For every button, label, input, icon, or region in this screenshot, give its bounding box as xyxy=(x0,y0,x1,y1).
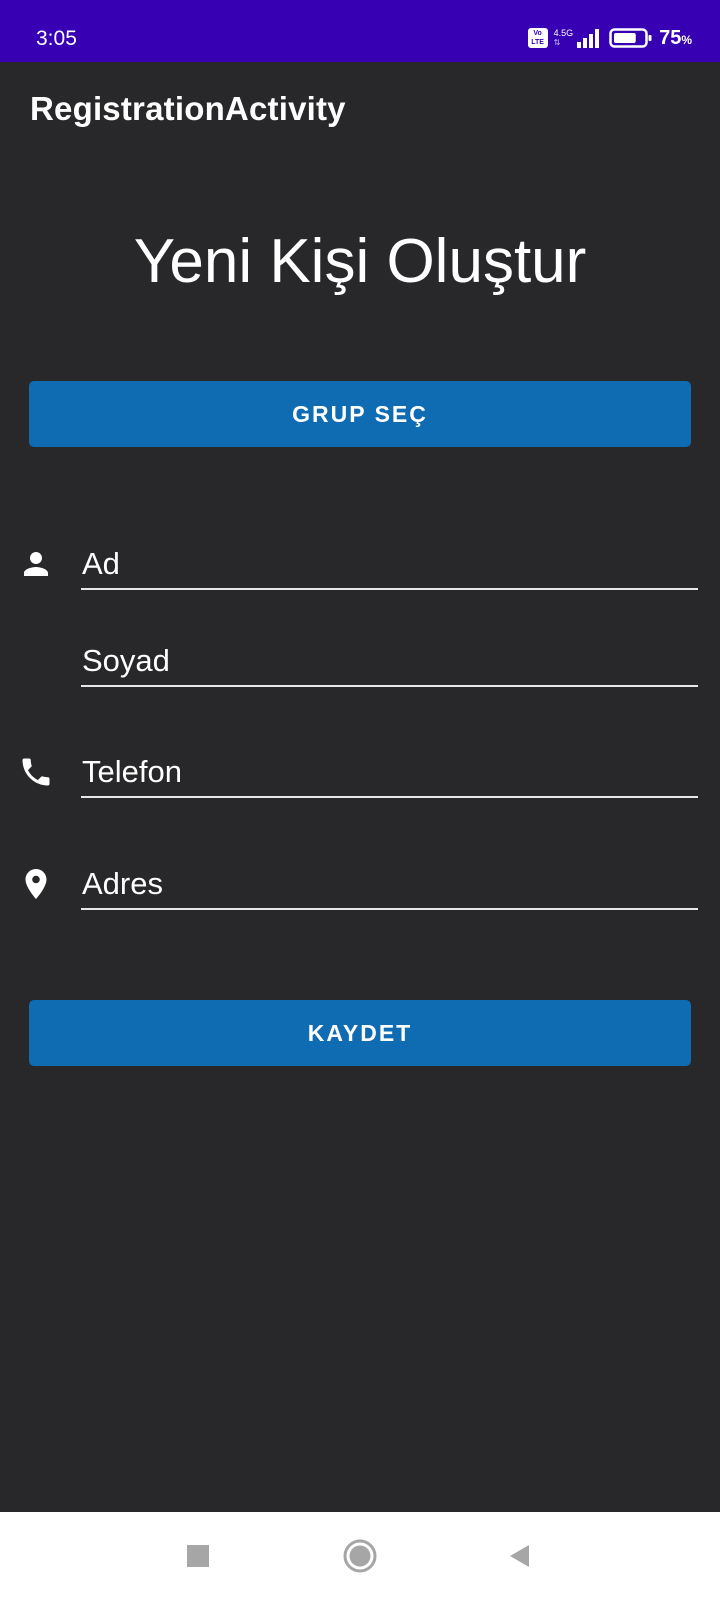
save-button[interactable]: KAYDET xyxy=(29,1000,691,1066)
status-time: 3:05 xyxy=(36,27,77,50)
home-icon xyxy=(343,1539,377,1573)
first-name-placeholder: Ad xyxy=(82,546,120,581)
data-arrows-icon: ⇅ xyxy=(553,38,561,47)
status-bar: 3:05 Vo LTE 4.5G ⇅ 75% xyxy=(0,0,720,62)
network-type: 4.5G ⇅ xyxy=(554,28,574,48)
last-name-field[interactable]: Soyad xyxy=(81,641,698,689)
last-name-underline xyxy=(81,685,698,687)
first-name-underline xyxy=(81,588,698,590)
volte-icon: Vo LTE xyxy=(527,28,548,48)
back-button[interactable] xyxy=(496,1532,544,1580)
home-button[interactable] xyxy=(336,1532,384,1580)
signal-icon xyxy=(577,29,600,48)
address-placeholder: Adres xyxy=(82,866,163,901)
phone-placeholder: Telefon xyxy=(82,754,182,789)
app-bar-title: RegistrationActivity xyxy=(30,90,346,127)
battery-percent: 75% xyxy=(659,26,692,49)
network-type-label: 4.5G xyxy=(553,28,574,38)
navigation-bar xyxy=(0,1512,720,1600)
status-icons: Vo LTE 4.5G ⇅ 75% xyxy=(527,0,692,62)
phone-underline xyxy=(81,796,698,798)
first-name-field[interactable]: Ad xyxy=(81,544,698,592)
recent-apps-button[interactable] xyxy=(174,1532,222,1580)
person-icon xyxy=(24,552,48,576)
battery-icon xyxy=(609,28,652,48)
last-name-placeholder: Soyad xyxy=(82,643,170,678)
page-title: Yeni Kişi Oluştur xyxy=(133,227,587,296)
select-group-button[interactable]: GRUP SEÇ xyxy=(29,381,691,447)
address-field[interactable]: Adres xyxy=(81,864,698,912)
address-underline xyxy=(81,908,698,910)
phone-icon xyxy=(22,758,50,786)
recent-apps-icon xyxy=(187,1545,209,1567)
location-pin-icon xyxy=(25,869,47,899)
phone-field[interactable]: Telefon xyxy=(81,752,698,800)
back-icon xyxy=(510,1545,529,1567)
